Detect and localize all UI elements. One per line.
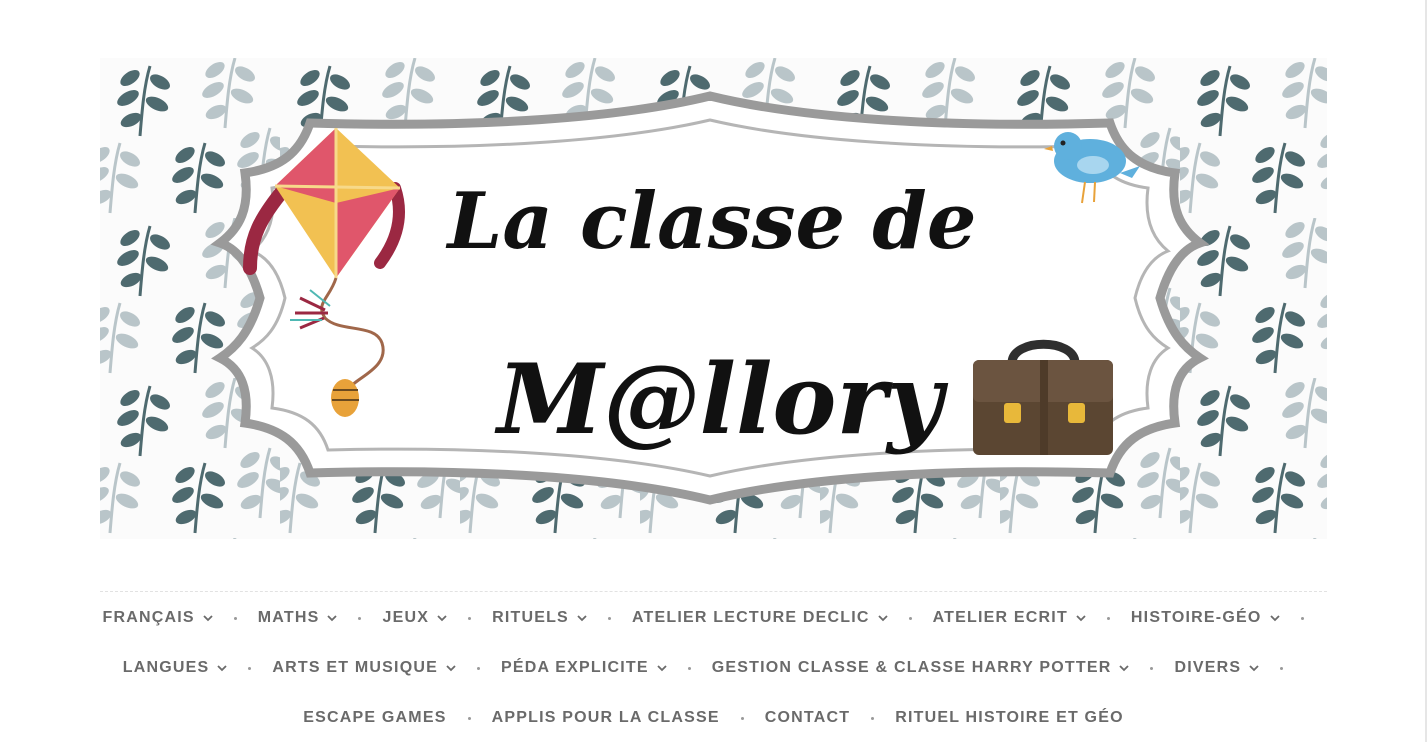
chevron-down-icon <box>327 615 338 622</box>
nav-item-label: DIVERS <box>1174 659 1242 676</box>
nav-item-contact[interactable]: CONTACT <box>765 709 850 727</box>
dot-icon <box>468 616 472 620</box>
nav-item-histoire-geo[interactable]: HISTOIRE-GÉO <box>1131 609 1280 627</box>
nav-item-rituel-histoire-et-geo[interactable]: RITUEL HISTOIRE ET GÉO <box>895 709 1124 727</box>
nav-item-label: RITUELS <box>492 609 569 626</box>
chevron-down-icon <box>1119 665 1130 672</box>
nav-item-label: MATHS <box>257 609 320 626</box>
site-header-banner[interactable]: La classe de M@llory <box>100 58 1327 539</box>
dot-icon <box>233 616 237 620</box>
nav-item-applis-pour-la-classe[interactable]: APPLIS POUR LA CLASSE <box>492 709 720 727</box>
nav-item-rituels[interactable]: RITUELS <box>492 609 587 627</box>
chevron-down-icon <box>877 615 888 622</box>
nav-row-1: FRANÇAIS MATHS JEUX RITUELS ATELIER LECT… <box>100 593 1327 643</box>
dot-icon <box>1300 616 1304 620</box>
nav-item-langues[interactable]: LANGUES <box>123 659 228 677</box>
main-navigation: FRANÇAIS MATHS JEUX RITUELS ATELIER LECT… <box>100 591 1327 743</box>
nav-item-label: JEUX <box>382 609 430 626</box>
nav-item-label: HISTOIRE-GÉO <box>1130 609 1262 626</box>
nav-item-label: RITUEL HISTOIRE ET GÉO <box>895 709 1124 726</box>
dot-icon <box>1106 616 1110 620</box>
nav-item-divers[interactable]: DIVERS <box>1174 659 1259 677</box>
nav-item-label: PÉDA EXPLICITE <box>500 659 649 676</box>
nav-item-label: ATELIER ECRIT <box>932 609 1068 626</box>
dot-icon <box>607 616 611 620</box>
nav-item-atelier-lecture-declic[interactable]: ATELIER LECTURE DECLIC <box>632 609 888 627</box>
chevron-down-icon <box>217 665 228 672</box>
nav-item-peda-explicite[interactable]: PÉDA EXPLICITE <box>501 659 667 677</box>
nav-item-escape-games[interactable]: ESCAPE GAMES <box>303 709 446 727</box>
nav-item-label: GESTION CLASSE & CLASSE HARRY POTTER <box>711 659 1112 676</box>
banner-title-line1: La classe de <box>446 176 977 267</box>
nav-item-label: ATELIER LECTURE DECLIC <box>631 609 870 626</box>
nav-item-arts-et-musique[interactable]: ARTS ET MUSIQUE <box>272 659 456 677</box>
dot-icon <box>1280 666 1284 670</box>
dot-icon <box>740 716 744 720</box>
briefcase-icon <box>973 339 1113 455</box>
chevron-down-icon <box>446 665 456 672</box>
dot-icon <box>476 666 480 670</box>
dot-icon <box>248 666 252 670</box>
nav-item-label: ESCAPE GAMES <box>303 709 447 726</box>
nav-item-label: ARTS ET MUSIQUE <box>272 659 438 676</box>
dot-icon <box>871 716 875 720</box>
dot-icon <box>908 616 912 620</box>
nav-item-label: CONTACT <box>764 709 851 726</box>
chevron-down-icon <box>203 615 213 622</box>
dot-icon <box>687 666 691 670</box>
nav-item-label: APPLIS POUR LA CLASSE <box>491 709 720 726</box>
nav-row-3: ESCAPE GAMES APPLIS POUR LA CLASSE CONTA… <box>100 693 1327 743</box>
chevron-down-icon <box>1269 615 1280 622</box>
nav-item-label: LANGUES <box>122 659 210 676</box>
nav-item-maths[interactable]: MATHS <box>258 609 338 627</box>
nav-item-label: FRANÇAIS <box>102 609 195 626</box>
chevron-down-icon <box>1249 665 1259 672</box>
dot-icon <box>1150 666 1154 670</box>
nav-row-2: LANGUES ARTS ET MUSIQUE PÉDA EXPLICITE G… <box>100 643 1327 693</box>
banner-title-line2: M@llory <box>494 343 949 456</box>
nav-item-atelier-ecrit[interactable]: ATELIER ECRIT <box>933 609 1086 627</box>
nav-item-francais[interactable]: FRANÇAIS <box>103 609 213 627</box>
dot-icon <box>467 716 471 720</box>
chevron-down-icon <box>657 665 667 672</box>
banner-illustration: La classe de M@llory <box>100 58 1327 539</box>
chevron-down-icon <box>437 615 447 622</box>
chevron-down-icon <box>577 615 587 622</box>
nav-item-gestion-classe[interactable]: GESTION CLASSE & CLASSE HARRY POTTER <box>712 659 1130 677</box>
nav-item-jeux[interactable]: JEUX <box>382 609 447 627</box>
dot-icon <box>358 616 362 620</box>
chevron-down-icon <box>1076 615 1086 622</box>
